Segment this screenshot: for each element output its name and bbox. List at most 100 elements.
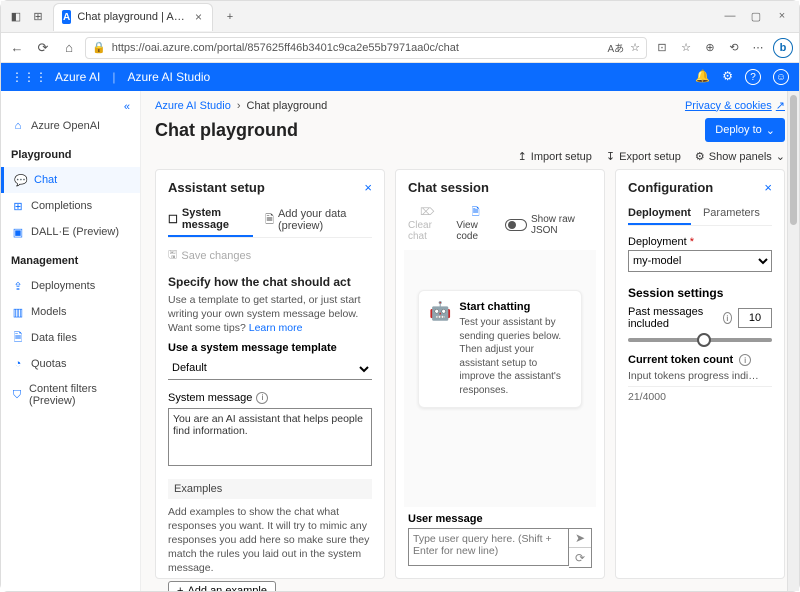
past-messages-label: Past messages included [628,306,717,330]
chevron-down-icon: ⌄ [766,124,775,137]
azure-header: ⋮⋮⋮ Azure AI | Azure AI Studio 🔔 ⚙ ? ☺ [1,63,799,91]
past-messages-input[interactable] [738,308,772,328]
browser-tab[interactable]: A Chat playground | Azure AI Studio × [53,3,213,31]
sidebar-item-data-files[interactable]: 🗎Data files [1,325,140,351]
chat-session-title: Chat session [408,180,489,195]
privacy-link[interactable]: Privacy & cookies↗ [685,99,785,112]
bing-icon[interactable]: b [773,38,793,58]
page-scrollbar[interactable] [787,91,799,591]
tab-system-message[interactable]: ☐System message [168,203,253,237]
user-message-label: User message [408,513,592,525]
image-icon: ▣ [11,225,25,239]
sidebar-item-content-filters[interactable]: ⛉Content filters (Preview) [1,377,140,413]
new-tab-button[interactable]: + [221,11,239,23]
configuration-title: Configuration [628,180,713,195]
assistant-setup-panel: Assistant setup× ☐System message 🗎Add yo… [155,169,385,579]
export-setup-button[interactable]: ↧Export setup [606,150,681,163]
show-panels-button[interactable]: ⚙Show panels⌄ [695,150,785,163]
user-message-input[interactable] [408,528,569,566]
chat-session-panel: Chat session ⌦Clear chat 🗎View code Show… [395,169,605,579]
send-icon[interactable]: ➤ [569,529,591,548]
sidebar-item-models[interactable]: ▥Models [1,299,140,325]
past-messages-slider[interactable] [628,338,772,342]
doc-icon: 🗎 [265,211,274,230]
save-icon: 🖫 [168,246,177,265]
sidebar-item-dalle[interactable]: ▣DALL·E (Preview) [1,219,140,245]
close-tab-icon[interactable]: × [193,10,204,24]
sync-icon[interactable]: ⟲ [725,41,743,54]
import-setup-button[interactable]: ↥Import setup [518,150,592,163]
start-chatting-title: Start chatting [459,301,571,313]
breadcrumb-root[interactable]: Azure AI Studio [155,100,231,112]
sidebar-item-completions[interactable]: ⊞Completions [1,193,140,219]
spec-heading: Specify how the chat should act [168,275,372,289]
sidebar-item-azure-openai[interactable]: ⌂Azure OpenAI [1,113,140,139]
regenerate-icon[interactable]: ⟳ [569,548,591,567]
spec-help: Use a template to get started, or just s… [168,293,372,336]
deploy-to-button[interactable]: Deploy to⌄ [705,118,785,142]
back-icon[interactable]: ← [7,40,27,55]
maximize-icon[interactable]: ▢ [749,10,763,23]
clear-chat-button: ⌦Clear chat [408,207,446,242]
main-content: Azure AI Studio › Chat playground Privac… [141,91,799,591]
show-raw-json-toggle[interactable]: Show raw JSON [505,207,592,242]
extensions-icon[interactable]: ⊡ [653,41,671,54]
download-icon: ↧ [606,150,615,163]
url-input[interactable] [112,42,602,54]
deployment-label: Deployment * [628,236,772,248]
learn-more-link[interactable]: Learn more [249,322,303,334]
waffle-icon[interactable]: ⋮⋮⋮ [11,70,47,84]
broom-icon: ⌦ [420,207,434,218]
completions-icon: ⊞ [11,199,25,213]
workspaces-icon[interactable]: ⊞ [31,10,45,24]
close-panel-icon[interactable]: × [764,180,772,195]
sidebar-item-deployments[interactable]: ⇪Deployments [1,273,140,299]
note-icon: ☐ [168,213,178,226]
upload-icon: ↥ [518,150,527,163]
add-example-button[interactable]: +Add an example [168,581,276,591]
reader-icon[interactable]: Aあ [607,40,624,55]
collapse-sidebar-icon[interactable]: « [1,101,140,113]
lock-icon: 🔒 [92,41,106,54]
chevron-down-icon: ⌄ [776,150,785,163]
template-select[interactable]: Default [168,358,372,380]
chat-icon: 💬 [14,173,28,187]
settings-gear-icon[interactable]: ⚙ [722,69,733,85]
examples-help: Add examples to show the chat what respo… [168,505,372,576]
tab-add-your-data[interactable]: 🗎Add your data (preview) [265,203,372,237]
azure-brand[interactable]: Azure AI [55,70,100,84]
help-icon[interactable]: ? [745,69,761,85]
sidebar: « ⌂Azure OpenAI Playground 💬Chat ⊞Comple… [1,91,141,591]
deployment-select[interactable]: my-model [628,250,772,272]
view-code-button[interactable]: 🗎View code [456,207,495,242]
sidebar-item-quotas[interactable]: ◔Quotas [1,351,140,377]
favorites-icon[interactable]: ☆ [677,41,695,54]
home-icon[interactable]: ⌂ [59,40,79,55]
info-icon[interactable]: i [739,354,751,366]
info-icon[interactable]: i [256,392,268,404]
tab-parameters[interactable]: Parameters [703,203,760,225]
address-bar[interactable]: 🔒 Aあ ☆ [85,37,647,59]
chevron-right-icon: › [237,100,241,112]
close-window-icon[interactable]: × [775,10,789,23]
profile-icon[interactable]: ◧ [9,10,23,24]
tab-title: Chat playground | Azure AI Studio [77,11,187,23]
info-icon[interactable]: i [723,312,732,324]
minimize-icon[interactable]: — [723,10,737,23]
sidebar-item-chat[interactable]: 💬Chat [1,167,140,193]
favorite-star-icon[interactable]: ☆ [630,41,640,54]
system-message-input[interactable]: You are an AI assistant that helps peopl… [168,408,372,466]
refresh-icon[interactable]: ⟳ [33,40,53,56]
token-count-value: 21/4000 [628,386,772,403]
collections-icon[interactable]: ⊕ [701,41,719,54]
azure-product[interactable]: Azure AI Studio [127,70,210,84]
close-panel-icon[interactable]: × [364,180,372,195]
menu-icon[interactable]: ⋯ [749,41,767,54]
favicon-icon: A [62,10,71,24]
tab-deployment[interactable]: Deployment [628,203,691,225]
notifications-icon[interactable]: 🔔 [695,69,710,85]
feedback-icon[interactable]: ☺ [773,69,789,85]
page-title: Chat playground [155,120,298,141]
system-message-label: System message [168,392,252,404]
sidebar-group-playground: Playground [1,143,140,167]
